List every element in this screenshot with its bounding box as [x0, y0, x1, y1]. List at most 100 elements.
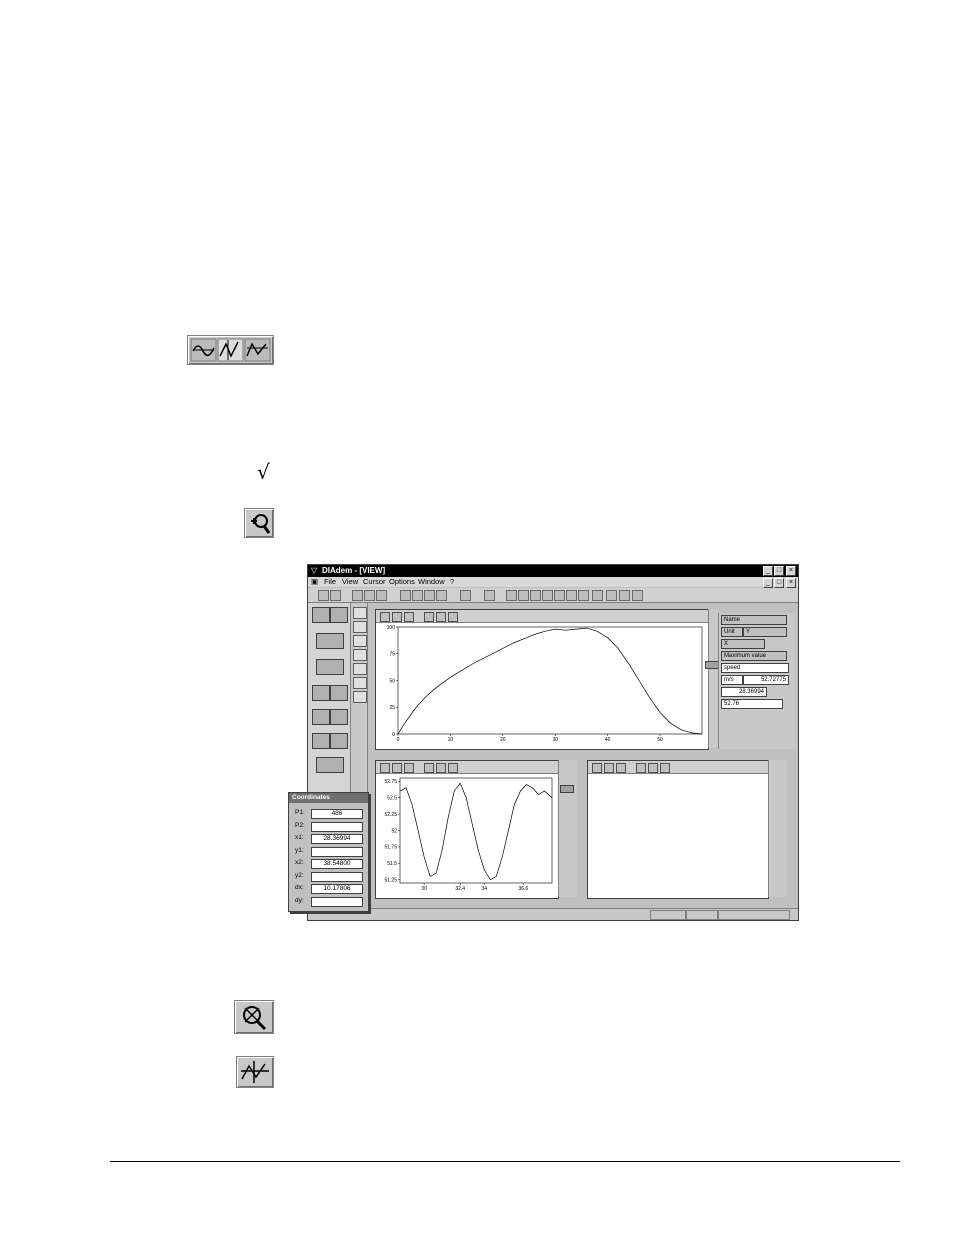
coord-value-field[interactable]: [311, 846, 363, 857]
cursor-mode-3-icon[interactable]: [424, 590, 435, 601]
graph-mode-2-button[interactable]: [436, 763, 446, 773]
footer-rule: [110, 1161, 900, 1162]
coord-label: y2:: [295, 871, 304, 879]
graph-icon[interactable]: [312, 685, 330, 701]
zoom-out-button[interactable]: [616, 763, 626, 773]
graph-panel-top: 0 10 20 30 40 50 0 25 50 75 100: [375, 609, 709, 750]
doc-close-button[interactable]: ×: [786, 578, 796, 588]
menu-help[interactable]: ?: [450, 577, 454, 587]
curve-mode-2-icon[interactable]: [364, 590, 375, 601]
cursor-mode-4-icon[interactable]: [436, 590, 447, 601]
graph-mode-1-button[interactable]: [424, 763, 434, 773]
channel-marker[interactable]: [705, 661, 719, 669]
info-icon[interactable]: [506, 590, 517, 601]
gauge-icon[interactable]: [312, 733, 330, 749]
tool-c-icon[interactable]: [542, 590, 553, 601]
graph-mode-1-button[interactable]: [424, 612, 434, 622]
layout-6-button[interactable]: [353, 677, 367, 689]
table-icon[interactable]: [484, 590, 495, 601]
cursor-mode-2-icon[interactable]: [412, 590, 423, 601]
minimize-button[interactable]: _: [763, 566, 773, 576]
coord-value-field[interactable]: 38.54800: [311, 859, 363, 869]
print-icon[interactable]: [316, 757, 344, 773]
layout-4-button[interactable]: [353, 649, 367, 661]
graph-mode-2-button[interactable]: [436, 612, 446, 622]
doc-menu-icon[interactable]: ▣: [311, 577, 318, 587]
graph-mode-3-button[interactable]: [660, 763, 670, 773]
calc-icon[interactable]: [330, 685, 348, 701]
acquisition-icon[interactable]: [312, 709, 330, 725]
coord-value-field[interactable]: 10.17806: [311, 884, 363, 894]
zoom-reset-button[interactable]: [604, 763, 614, 773]
maximize-button[interactable]: □: [774, 566, 784, 576]
curve-mode-1-icon[interactable]: [352, 590, 363, 601]
zoom-reset-button[interactable]: [392, 763, 402, 773]
tool-f-icon[interactable]: [578, 590, 589, 601]
zoom-reset-icon: [234, 1000, 274, 1034]
graph-panel-bottom-right: [587, 760, 769, 899]
tool-g-icon[interactable]: [592, 590, 603, 601]
open-icon[interactable]: [330, 590, 341, 601]
layout-1-button[interactable]: [353, 607, 367, 619]
layout-2-button[interactable]: [353, 621, 367, 633]
curve-mode-3-icon[interactable]: [376, 590, 387, 601]
tool-b-icon[interactable]: [530, 590, 541, 601]
menu-cursor[interactable]: Cursor: [363, 577, 386, 587]
zoom-in-icon: [244, 508, 274, 538]
x-tick-label: 20: [500, 737, 506, 743]
zoom-in-button[interactable]: [380, 763, 390, 773]
coord-value-field[interactable]: 486: [311, 809, 363, 819]
zoom-out-button[interactable]: [404, 612, 414, 622]
zoom-in-button[interactable]: [592, 763, 602, 773]
menu-file[interactable]: File: [324, 577, 336, 587]
graph-mode-3-button[interactable]: [448, 612, 458, 622]
channel-marker-bottom[interactable]: [560, 785, 574, 793]
y-tick-label: 51.25: [384, 878, 397, 884]
zoomed-speed-chart[interactable]: 30 32.4 34 36.6 52.75 52.5 52.25 52 51.75 51.5 51.…: [376, 774, 558, 897]
tool-a-icon[interactable]: [518, 590, 529, 601]
coord-value-field[interactable]: 28.36994: [311, 834, 363, 844]
menu-options[interactable]: Options: [389, 577, 415, 587]
layout-5-button[interactable]: [353, 663, 367, 675]
view-icon[interactable]: [316, 633, 344, 649]
max-value-field[interactable]: 52.72775: [743, 675, 789, 685]
coord-value-field[interactable]: [311, 821, 363, 832]
x-tick-label: 32.4: [455, 886, 465, 892]
graph-mode-1-button[interactable]: [636, 763, 646, 773]
device-icon[interactable]: [330, 709, 348, 725]
save-icon[interactable]: [312, 607, 330, 623]
tool-e-icon[interactable]: [566, 590, 577, 601]
close-button[interactable]: ×: [786, 566, 796, 576]
unit-field[interactable]: m/s: [721, 675, 743, 685]
menu-bar: ▣ File View Cursor Options Window ? _ □ …: [308, 577, 798, 588]
cursor-mode-1-icon[interactable]: [400, 590, 411, 601]
layout-7-button[interactable]: [353, 691, 367, 703]
zoom-reset-button[interactable]: [392, 612, 402, 622]
speed-chart[interactable]: 0 10 20 30 40 50 0 25 50 75 100: [376, 623, 708, 748]
cursor-2-icon[interactable]: [619, 590, 630, 601]
coord-value-field[interactable]: [311, 871, 363, 882]
y-value-field[interactable]: 52.76: [721, 699, 783, 709]
layout-3-button[interactable]: [353, 635, 367, 647]
new-icon[interactable]: [318, 590, 329, 601]
zoom-in-button[interactable]: [380, 612, 390, 622]
zoom-tool-icon[interactable]: [460, 590, 471, 601]
zoom-out-button[interactable]: [404, 763, 414, 773]
chart-icon[interactable]: [330, 733, 348, 749]
doc-maximize-button[interactable]: □: [774, 578, 784, 588]
menu-window[interactable]: Window: [418, 577, 445, 587]
coord-label: dx:: [295, 884, 304, 891]
cursor-1-icon[interactable]: [606, 590, 617, 601]
coord-value-field[interactable]: [311, 896, 363, 907]
graph-mode-3-button[interactable]: [448, 763, 458, 773]
x-tick-label: 0: [397, 737, 400, 743]
channel-name-field[interactable]: speed: [721, 663, 789, 673]
menu-view[interactable]: View: [342, 577, 358, 587]
cursor-3-icon[interactable]: [632, 590, 643, 601]
load-icon[interactable]: [330, 607, 348, 623]
x-value-field[interactable]: 28.36994: [721, 687, 767, 697]
graph-mode-2-button[interactable]: [648, 763, 658, 773]
analysis-icon[interactable]: [316, 659, 344, 675]
doc-minimize-button[interactable]: _: [763, 578, 773, 588]
tool-d-icon[interactable]: [554, 590, 565, 601]
